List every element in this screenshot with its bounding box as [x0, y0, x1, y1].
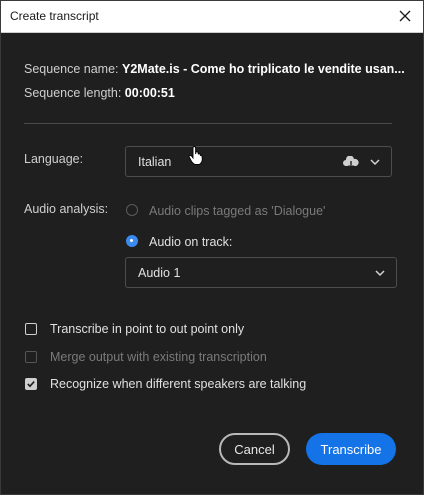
cancel-button[interactable]: Cancel [219, 433, 290, 465]
checkbox-in-out-label: Transcribe in point to out point only [50, 322, 245, 336]
transcribe-button[interactable]: Transcribe [306, 433, 396, 465]
checkmark-icon [27, 381, 35, 388]
radio-dialogue-clips[interactable] [126, 204, 138, 216]
hand-cursor-icon [188, 146, 203, 165]
cloud-download-icon [343, 156, 359, 169]
chevron-down-icon [375, 269, 385, 276]
chevron-down-icon [370, 158, 380, 165]
checkbox-recognize-speakers[interactable] [25, 378, 37, 390]
radio-dialogue-label: Audio clips tagged as 'Dialogue' [149, 204, 326, 218]
radio-audio-on-track[interactable] [126, 235, 138, 247]
checkbox-speakers-label: Recognize when different speakers are ta… [50, 377, 307, 391]
language-label: Language: [24, 152, 84, 166]
sequence-name-row: Sequence name: Y2Mate.is - Come ho tripl… [24, 62, 405, 76]
sequence-length-value: 00:00:51 [124, 86, 175, 100]
create-transcript-dialog: Create transcript Sequence name: Y2Mate.… [0, 0, 424, 495]
language-value: Italian [138, 154, 172, 169]
sequence-length-label: Sequence length: [24, 86, 122, 100]
dialog-title: Create transcript [10, 9, 99, 23]
checkbox-in-out-only[interactable] [25, 323, 37, 335]
sequence-name-label: Sequence name: [24, 62, 119, 76]
sequence-length-row: Sequence length: 00:00:51 [24, 86, 175, 100]
divider [24, 123, 392, 124]
language-dropdown[interactable]: Italian [125, 146, 392, 177]
audio-analysis-label: Audio analysis: [24, 202, 109, 216]
checkbox-merge-label: Merge output with existing transcription [50, 350, 267, 364]
title-bar: Create transcript [1, 1, 423, 33]
close-button[interactable] [393, 4, 417, 28]
close-icon [399, 10, 411, 22]
audio-track-dropdown[interactable]: Audio 1 [125, 257, 397, 288]
sequence-name-value: Y2Mate.is - Come ho triplicato le vendit… [122, 62, 405, 76]
radio-audio-on-track-label: Audio on track: [149, 235, 233, 249]
checkbox-merge-output[interactable] [25, 351, 37, 363]
audio-track-value: Audio 1 [138, 265, 181, 280]
